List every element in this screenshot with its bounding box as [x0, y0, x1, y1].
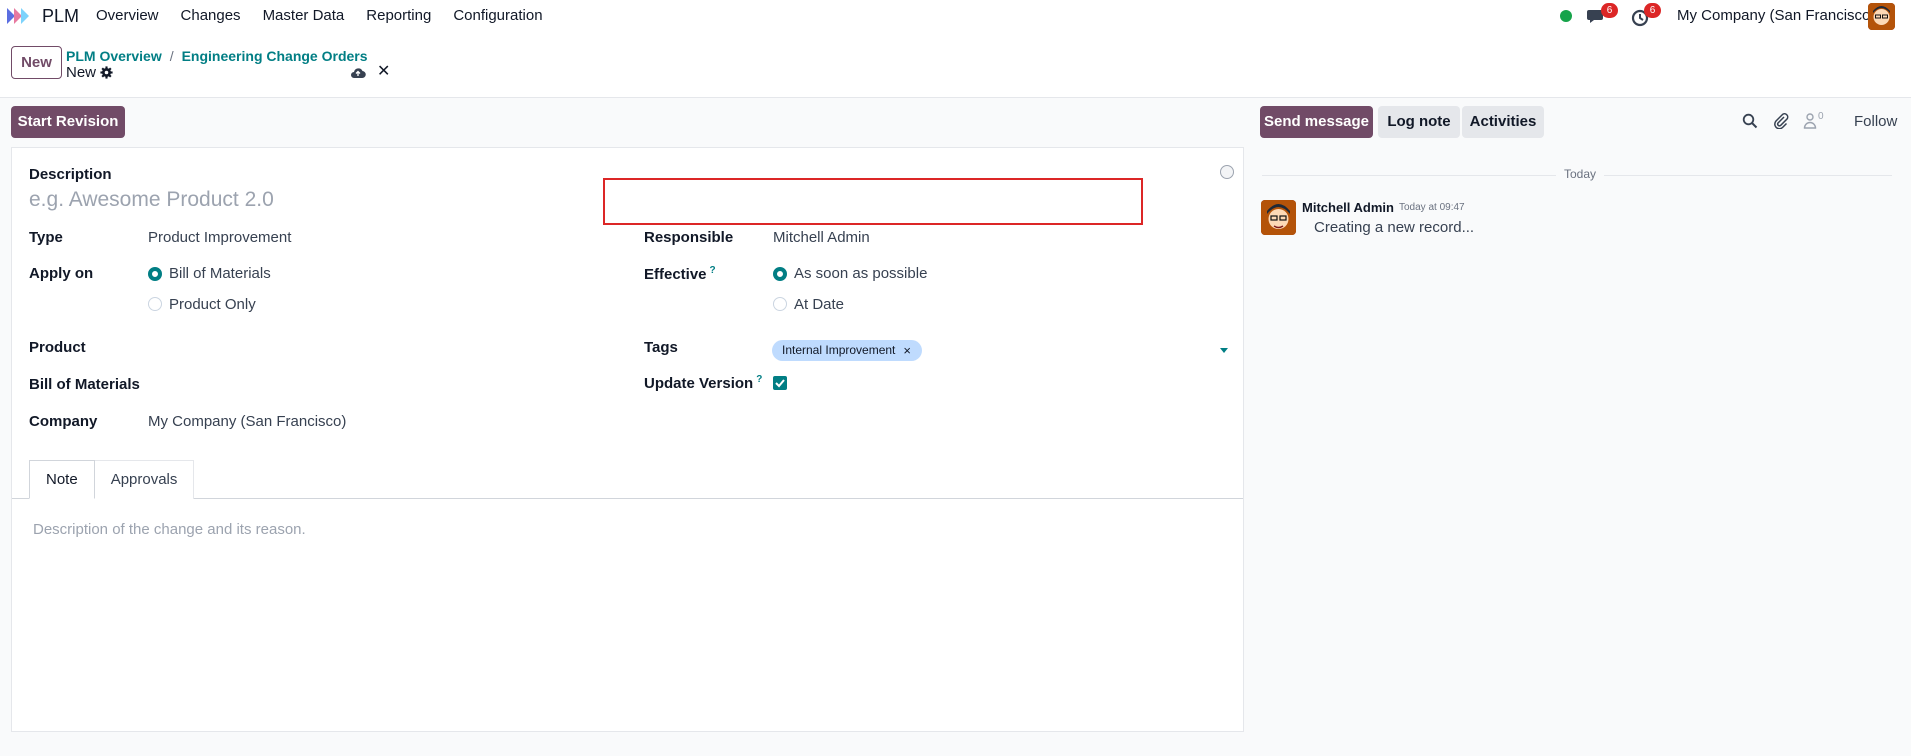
- gear-icon[interactable]: [100, 66, 113, 79]
- new-record-button[interactable]: New: [11, 46, 62, 79]
- breadcrumb-plm-overview[interactable]: PLM Overview: [66, 48, 162, 64]
- control-panel: New PLM Overview / Engineering Change Orde…: [0, 32, 1911, 98]
- messages-count-badge: 6: [1601, 3, 1618, 18]
- menu-item-reporting[interactable]: Reporting: [366, 7, 431, 24]
- kanban-state-icon[interactable]: [1220, 165, 1234, 179]
- activities-button[interactable]: Activities: [1462, 106, 1544, 138]
- radio-label-product-only[interactable]: Product Only: [169, 296, 256, 313]
- follower-count: 0: [1818, 111, 1824, 122]
- radio-at-date[interactable]: [773, 297, 787, 311]
- menu-item-overview[interactable]: Overview: [96, 7, 159, 24]
- type-field[interactable]: Product Improvement: [148, 229, 291, 246]
- search-icon[interactable]: [1742, 113, 1758, 129]
- breadcrumb-engineering-change-orders[interactable]: Engineering Change Orders: [182, 48, 368, 64]
- note-editor[interactable]: Description of the change and its reason…: [33, 521, 306, 538]
- notebook-tabs-divider: [12, 498, 1243, 499]
- menu-item-master-data[interactable]: Master Data: [263, 7, 345, 24]
- company-switcher[interactable]: My Company (San Francisco): [1677, 7, 1875, 24]
- user-avatar[interactable]: [1868, 3, 1895, 30]
- top-navbar: PLM Overview Changes Master Data Reporti…: [0, 0, 1911, 32]
- radio-label-at-date[interactable]: At Date: [794, 296, 844, 313]
- notebook-tabs: Note Approvals: [29, 460, 195, 499]
- tags-field-highlight: [603, 178, 1143, 225]
- plm-app-logo-icon[interactable]: [6, 6, 36, 26]
- update-version-label: Update Version?: [644, 374, 762, 392]
- start-revision-button[interactable]: Start Revision: [11, 106, 125, 138]
- tags-dropdown-caret-icon[interactable]: [1220, 348, 1228, 353]
- radio-bill-of-materials[interactable]: [148, 267, 162, 281]
- followers-icon[interactable]: [1803, 112, 1817, 129]
- tab-note[interactable]: Note: [29, 460, 95, 499]
- paperclip-icon[interactable]: [1773, 113, 1789, 129]
- checkmark-icon: [775, 379, 785, 388]
- description-label: Description: [29, 166, 112, 183]
- message-author-avatar[interactable]: [1261, 200, 1296, 235]
- menu-item-configuration[interactable]: Configuration: [453, 7, 542, 24]
- record-name-label: New: [66, 64, 97, 81]
- tag-chip: Internal Improvement ×: [772, 340, 922, 361]
- effective-help-icon[interactable]: ?: [710, 265, 716, 276]
- breadcrumb: PLM Overview / Engineering Change Orders: [66, 48, 368, 64]
- discard-close-icon[interactable]: ✕: [377, 64, 391, 80]
- send-message-button[interactable]: Send message: [1260, 106, 1373, 138]
- effective-label: Effective?: [644, 265, 716, 283]
- menu-item-changes[interactable]: Changes: [181, 7, 241, 24]
- radio-product-only[interactable]: [148, 297, 162, 311]
- company-label: Company: [29, 413, 98, 430]
- form-sheet: Description e.g. Awesome Product 2.0 Typ…: [11, 147, 1244, 732]
- tag-chip-label: Internal Improvement: [782, 343, 896, 357]
- app-name[interactable]: PLM: [42, 6, 79, 27]
- responsible-field[interactable]: Mitchell Admin: [773, 229, 870, 246]
- log-note-button[interactable]: Log note: [1378, 106, 1460, 138]
- tag-remove-icon[interactable]: ×: [903, 340, 911, 361]
- product-label: Product: [29, 339, 86, 356]
- activities-count-badge: 6: [1644, 3, 1661, 18]
- radio-label-bill-of-materials[interactable]: Bill of Materials: [169, 265, 271, 282]
- bill-of-materials-label: Bill of Materials: [29, 376, 140, 393]
- message-timestamp: Today at 09:47: [1399, 202, 1465, 213]
- main-menu: Overview Changes Master Data Reporting C…: [96, 7, 565, 24]
- tags-label: Tags: [644, 339, 678, 356]
- message-author[interactable]: Mitchell Admin: [1302, 200, 1394, 215]
- record-title: New: [66, 64, 113, 81]
- breadcrumb-separator: /: [169, 48, 174, 64]
- radio-label-as-soon-as-possible[interactable]: As soon as possible: [794, 265, 927, 282]
- presence-status-icon: [1560, 10, 1572, 22]
- tab-approvals[interactable]: Approvals: [94, 460, 195, 499]
- company-field[interactable]: My Company (San Francisco): [148, 413, 346, 430]
- date-separator: Today: [1556, 167, 1605, 181]
- save-cloud-icon[interactable]: [350, 66, 366, 80]
- message-body: Creating a new record...: [1314, 219, 1475, 236]
- type-label: Type: [29, 229, 63, 246]
- update-version-help-icon[interactable]: ?: [756, 374, 762, 385]
- description-input[interactable]: e.g. Awesome Product 2.0: [29, 188, 274, 212]
- radio-as-soon-as-possible[interactable]: [773, 267, 787, 281]
- follow-button[interactable]: Follow: [1854, 113, 1897, 130]
- update-version-label-text: Update Version: [644, 375, 754, 392]
- responsible-label: Responsible: [644, 229, 734, 246]
- effective-label-text: Effective: [644, 266, 707, 283]
- apply-on-label: Apply on: [29, 265, 94, 282]
- update-version-checkbox[interactable]: [773, 376, 787, 390]
